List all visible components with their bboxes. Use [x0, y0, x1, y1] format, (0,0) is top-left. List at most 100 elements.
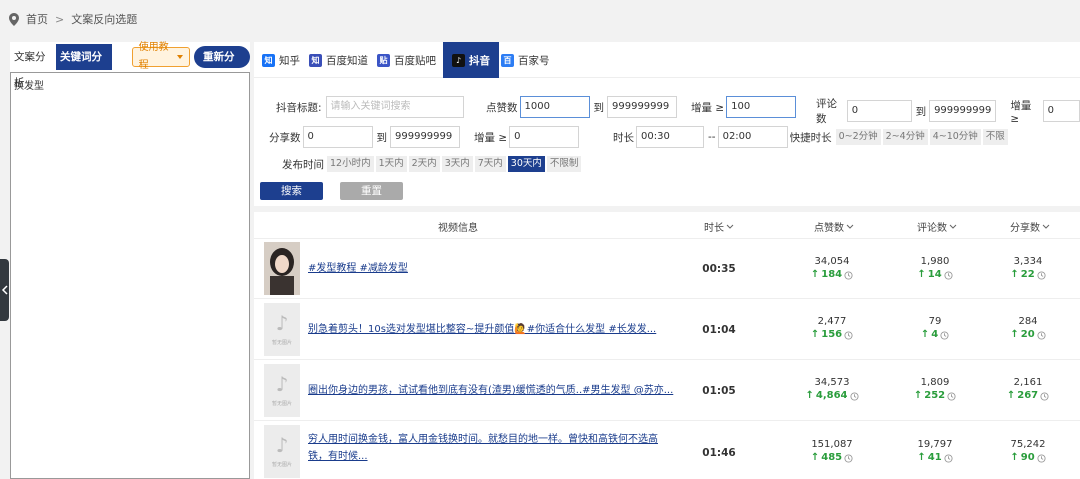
- likes-label: 点赞数: [486, 101, 518, 114]
- chevron-down-icon: [846, 224, 854, 229]
- zhihu-icon: 知: [262, 53, 275, 67]
- reanalyze-button[interactable]: 重新分析: [193, 46, 250, 85]
- growth: ↑ 14: [895, 268, 975, 282]
- duration-dash: --: [708, 131, 716, 143]
- column-header-likes[interactable]: 点赞数: [814, 219, 854, 234]
- growth: ↑ 485: [792, 451, 872, 465]
- header-label: 分享数: [1010, 223, 1040, 234]
- clock-icon: [944, 270, 953, 280]
- tab-baidu-zhidao[interactable]: 知百度知道: [307, 42, 375, 78]
- column-header-shares[interactable]: 分享数: [1010, 219, 1050, 234]
- growth: ↑ 22: [988, 268, 1068, 282]
- video-duration: 00:35: [702, 263, 736, 275]
- column-header-duration[interactable]: 时长: [704, 219, 734, 234]
- no-image-text: 暂无图片: [271, 401, 292, 407]
- shares-max-input[interactable]: 999999999: [390, 126, 460, 148]
- likes-cell: 151,087 ↑ 485: [792, 438, 872, 465]
- shares-min-input[interactable]: 0: [302, 126, 373, 148]
- publish-option[interactable]: 2天内: [408, 156, 440, 172]
- likes-min-input[interactable]: 1000: [519, 96, 590, 118]
- tab-zhihu[interactable]: 知知乎: [260, 42, 307, 78]
- header-label: 时长: [704, 223, 724, 234]
- publish-option[interactable]: 7天内: [474, 156, 506, 172]
- douyin-logo-icon: ♪: [275, 311, 289, 335]
- shares-growth-input[interactable]: 0: [509, 126, 580, 148]
- video-thumbnail[interactable]: ♪ 暂无图片: [264, 364, 300, 417]
- video-thumbnail[interactable]: ♪ 暂无图片: [264, 303, 300, 356]
- keyword-textarea[interactable]: 换发型: [10, 72, 250, 479]
- reset-button[interactable]: 重置: [340, 182, 403, 200]
- video-title-link[interactable]: 别急着剪头！10s选对发型堪比整容~提升颜值🙋#你适合什么发型 #长发发...: [308, 321, 678, 338]
- tab-douyin[interactable]: ♪ 抖音: [443, 42, 499, 78]
- publish-option[interactable]: 12小时内: [327, 156, 374, 172]
- publish-option[interactable]: 3天内: [441, 156, 473, 172]
- video-duration: 01:05: [702, 385, 736, 397]
- quick-duration-option[interactable]: 2~4分钟: [882, 129, 928, 145]
- video-title-link[interactable]: 圈出你身边的男孩，试试看他到底有没有(渣男)缓慌透的气质..#男生发型 @苏亦.…: [308, 382, 678, 399]
- clock-icon: [944, 453, 953, 463]
- publish-option[interactable]: 1天内: [375, 156, 407, 172]
- comments-min-input[interactable]: 0: [846, 100, 912, 122]
- header-label: 视频信息: [438, 223, 478, 234]
- shares-growth: 267: [1017, 390, 1039, 401]
- shares-value: 284: [1018, 316, 1038, 327]
- tab-baidu-tieba[interactable]: 贴百度贴吧: [375, 42, 443, 78]
- column-header-comments[interactable]: 评论数: [917, 219, 957, 234]
- comments-growth: 4: [931, 329, 939, 340]
- publish-option[interactable]: 不限制: [546, 156, 582, 172]
- growth: ↑ 20: [988, 328, 1068, 342]
- clock-icon: [1037, 453, 1046, 463]
- quick-duration-label: 快捷时长: [789, 131, 832, 144]
- no-image-text: 暂无图片: [271, 340, 292, 346]
- likes-growth-label: 增量 ≥: [691, 101, 725, 114]
- likes-max-input[interactable]: 999999999: [607, 96, 677, 118]
- comments-cell: 1,809 ↑ 252: [895, 376, 975, 403]
- baidu-zhidao-icon: 知: [309, 53, 322, 67]
- growth: ↑ 267: [988, 389, 1068, 403]
- quick-duration-option[interactable]: 4~10分钟: [929, 129, 981, 145]
- tab-copy-analysis[interactable]: 文案分析: [10, 44, 56, 89]
- quick-duration-option[interactable]: 不限: [982, 129, 1008, 145]
- growth: ↑ 184: [792, 268, 872, 282]
- comments-growth-label: 增量 ≥: [1010, 99, 1032, 125]
- tab-keyword-analysis[interactable]: 关键词分析: [56, 44, 112, 89]
- shares-value: 2,161: [1013, 377, 1043, 388]
- duration-min-input[interactable]: 00:30: [636, 126, 704, 148]
- collapse-sidebar-button[interactable]: [0, 259, 9, 321]
- title-search-input[interactable]: 请输入关键词搜索: [325, 96, 464, 118]
- likes-growth: 156: [821, 329, 843, 340]
- shares-cell: 2,161 ↑ 267: [988, 376, 1068, 403]
- tab-label: 知乎: [279, 54, 300, 67]
- shares-growth: 22: [1020, 269, 1035, 280]
- video-thumbnail[interactable]: [264, 242, 300, 295]
- comments-growth: 14: [927, 269, 942, 280]
- guide-dropdown-button[interactable]: 使用教程: [131, 42, 190, 71]
- likes-value: 2,477: [817, 316, 847, 327]
- video-title-link[interactable]: #发型教程 #减龄发型: [308, 260, 668, 277]
- shares-label: 分享数: [269, 131, 301, 144]
- shares-cell: 75,242 ↑ 90: [988, 438, 1068, 465]
- duration-max-input[interactable]: 02:00: [717, 126, 788, 148]
- publish-time-label: 发布时间: [282, 158, 324, 171]
- video-title-link[interactable]: 穷人用时间换金钱，富人用金钱换时间。就愁目的地一样。曾快和高铁何不选高铁，有时候…: [308, 431, 663, 465]
- divider: [254, 206, 1080, 212]
- search-button[interactable]: 搜索: [260, 182, 323, 200]
- tab-baijiahao[interactable]: 百百家号: [499, 42, 557, 78]
- comments-growth: 41: [927, 452, 942, 463]
- publish-option-selected[interactable]: 30天内: [507, 156, 545, 172]
- clock-icon: [940, 330, 949, 340]
- likes-cell: 2,477 ↑ 156: [792, 315, 872, 342]
- left-panel: 文案分析 关键词分析 使用教程 重新分析 换发型: [10, 42, 250, 479]
- tab-label: 百家号: [518, 54, 550, 67]
- likes-value: 34,054: [814, 256, 850, 267]
- chevron-down-icon: [949, 224, 957, 229]
- clock-icon: [844, 330, 853, 340]
- comments-growth-input[interactable]: 0: [1042, 100, 1080, 122]
- douyin-logo-icon: ♪: [275, 372, 289, 396]
- video-thumbnail[interactable]: ♪ 暂无图片: [264, 425, 300, 478]
- likes-growth-input[interactable]: 100: [726, 96, 797, 118]
- comments-max-input[interactable]: 999999999: [929, 100, 997, 122]
- breadcrumb-home[interactable]: 首页: [26, 11, 48, 27]
- quick-duration-option[interactable]: 0~2分钟: [835, 129, 881, 145]
- baidu-tieba-icon: 贴: [377, 53, 390, 67]
